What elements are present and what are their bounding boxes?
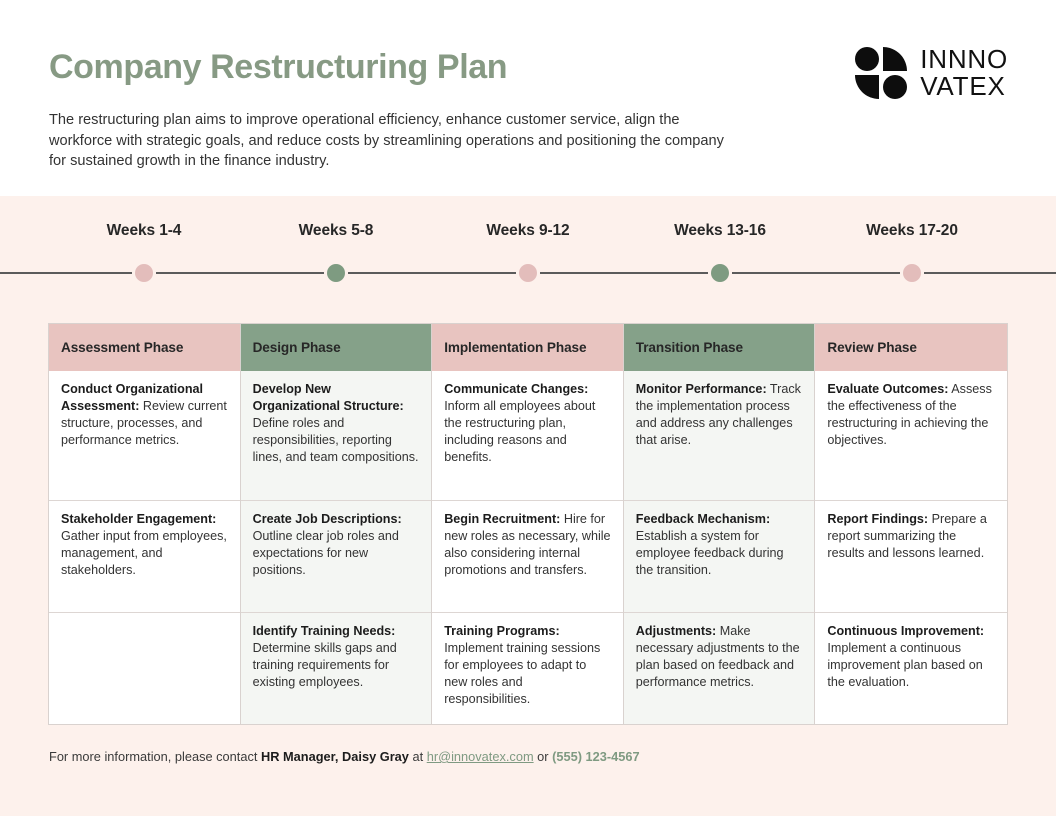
phase-task-title: Monitor Performance: [635, 382, 767, 396]
phase-task-title: Identify Training Needs: [252, 624, 396, 638]
timeline-dot-wrapper [900, 263, 924, 283]
timeline-item: Weeks 13-16 [624, 222, 816, 294]
phase-task-title: Feedback Mechanism: [635, 512, 771, 526]
footer-phone[interactable]: (555) 123-4567 [552, 749, 640, 764]
timeline-dot-icon [519, 264, 537, 282]
phase-column-header: Implementation Phase [432, 324, 623, 371]
phase-column-header: Design Phase [240, 324, 432, 371]
timeline-item-label: Weeks 17-20 [866, 222, 958, 239]
timeline: Weeks 1-4 Weeks 5-8 Weeks 9-12 Weeks 13-16 W… [0, 222, 1056, 294]
phase-task-cell: Evaluate Outcomes: Assess the effectiven… [815, 371, 1007, 500]
phase-task-text: Implement training sessions for employee… [444, 641, 601, 707]
timeline-dot-wrapper [132, 263, 156, 283]
phase-column: Transition Phase Monitor Performance: Tra… [623, 324, 816, 724]
timeline-dot-wrapper [324, 263, 348, 283]
phase-task-cell: Training Programs: Implement training se… [432, 612, 623, 724]
footer-at-text: at [408, 749, 427, 764]
phase-task-title: Report Findings: [827, 512, 929, 526]
footer-lead-text: For more information, please contact [49, 749, 261, 764]
timeline-dot-icon [711, 264, 729, 282]
timeline-dot-icon [903, 264, 921, 282]
phase-task-text: Inform all employees about the restructu… [444, 399, 596, 465]
logo-quarter-top-right-icon [883, 47, 908, 71]
phase-task-cell: Identify Training Needs: Determine skill… [240, 612, 432, 724]
footer-or-text: or [533, 749, 553, 764]
phase-task-cell: Begin Recruitment: Hire for new roles as… [432, 500, 623, 612]
phase-task-title: Begin Recruitment: [444, 512, 561, 526]
phase-task-title: Create Job Descriptions: [252, 512, 402, 526]
logo-wordmark: INNNO VATEX [920, 46, 1008, 100]
timeline-items: Weeks 1-4 Weeks 5-8 Weeks 9-12 Weeks 13-16 W… [48, 222, 1008, 294]
timeline-dot-wrapper [708, 263, 732, 283]
timeline-item: Weeks 5-8 [240, 222, 432, 294]
page-subtitle: The restructuring plan aims to improve o… [49, 112, 724, 169]
phase-column: Assessment Phase Conduct Organizational A… [49, 324, 241, 724]
timeline-dot-icon [135, 264, 153, 282]
footer-contact: For more information, please contact HR … [49, 749, 640, 764]
phase-task-cell: Feedback Mechanism: Establish a system f… [623, 500, 815, 612]
phase-column-header: Review Phase [815, 324, 1007, 371]
phase-column: Design Phase Develop New Organizational S… [240, 324, 433, 724]
phase-task-title: Training Programs: [444, 624, 560, 638]
phase-task-cell: Report Findings: Prepare a report summar… [815, 500, 1007, 612]
phase-task-text: Define roles and responsibilities, repor… [252, 416, 419, 465]
phase-task-cell: Monitor Performance: Track the implement… [623, 371, 815, 500]
phase-task-cell: Conduct Organizational Assessment: Revie… [49, 371, 240, 500]
timeline-item: Weeks 1-4 [48, 222, 240, 294]
page-title: Company Restructuring Plan [49, 48, 508, 86]
logo-circle-top-left-icon [855, 47, 880, 71]
phase-column-header: Transition Phase [623, 324, 815, 371]
phase-task-cell [49, 612, 240, 724]
phase-task-text: Gather input from employees, management,… [61, 529, 227, 578]
phase-task-title: Stakeholder Engagement: [61, 512, 217, 526]
phase-task-title: Adjustments: [635, 624, 717, 638]
logo-quarter-bottom-left-icon [855, 75, 880, 99]
phase-column: Review Phase Evaluate Outcomes: Assess th… [815, 324, 1007, 724]
page-header: Company Restructuring Plan The restructu… [0, 0, 1056, 196]
timeline-item-label: Weeks 5-8 [298, 222, 374, 239]
phase-task-title: Develop New Organizational Structure: [252, 382, 404, 414]
footer-contact-name: HR Manager, Daisy Gray [260, 749, 409, 764]
logo-wordmark-line2: VATEX [920, 71, 1006, 101]
phase-task-cell: Continuous Improvement: Implement a cont… [815, 612, 1007, 724]
logo-mark-icon [855, 47, 908, 99]
logo-circle-bottom-right-icon [883, 75, 908, 99]
phase-task-text: Determine skills gaps and training requi… [252, 641, 397, 690]
phase-task-text: Implement a continuous improvement plan … [827, 641, 983, 690]
phase-task-title: Continuous Improvement: [827, 624, 985, 638]
company-logo: INNNO VATEX [855, 46, 1008, 100]
footer-email-link[interactable]: hr@innovatex.com [427, 749, 534, 764]
phase-task-text: Establish a system for employee feedback… [635, 529, 784, 578]
phase-table: Assessment Phase Conduct Organizational A… [48, 323, 1008, 725]
phase-column-header: Assessment Phase [49, 324, 240, 371]
phase-column: Implementation Phase Communicate Changes:… [432, 324, 624, 724]
timeline-dot-icon [327, 264, 345, 282]
phase-task-text: Outline clear job roles and expectations… [252, 529, 399, 578]
timeline-item-label: Weeks 9-12 [486, 222, 570, 239]
timeline-item: Weeks 17-20 [816, 222, 1008, 294]
phase-task-title: Communicate Changes: [444, 382, 589, 396]
timeline-item-label: Weeks 1-4 [106, 222, 182, 239]
phase-task-cell: Develop New Organizational Structure: De… [240, 371, 432, 500]
timeline-dot-wrapper [516, 263, 540, 283]
logo-wordmark-line1: INNNO [920, 44, 1008, 74]
phase-task-cell: Stakeholder Engagement: Gather input fro… [49, 500, 240, 612]
infographic-page: Company Restructuring Plan The restructu… [0, 0, 1056, 816]
timeline-item-label: Weeks 13-16 [674, 222, 766, 239]
phase-task-cell: Communicate Changes: Inform all employee… [432, 371, 623, 500]
phase-task-cell: Create Job Descriptions: Outline clear j… [240, 500, 432, 612]
phase-task-title: Evaluate Outcomes: [827, 382, 949, 396]
phase-task-cell: Adjustments: Make necessary adjustments … [623, 612, 815, 724]
timeline-item: Weeks 9-12 [432, 222, 624, 294]
